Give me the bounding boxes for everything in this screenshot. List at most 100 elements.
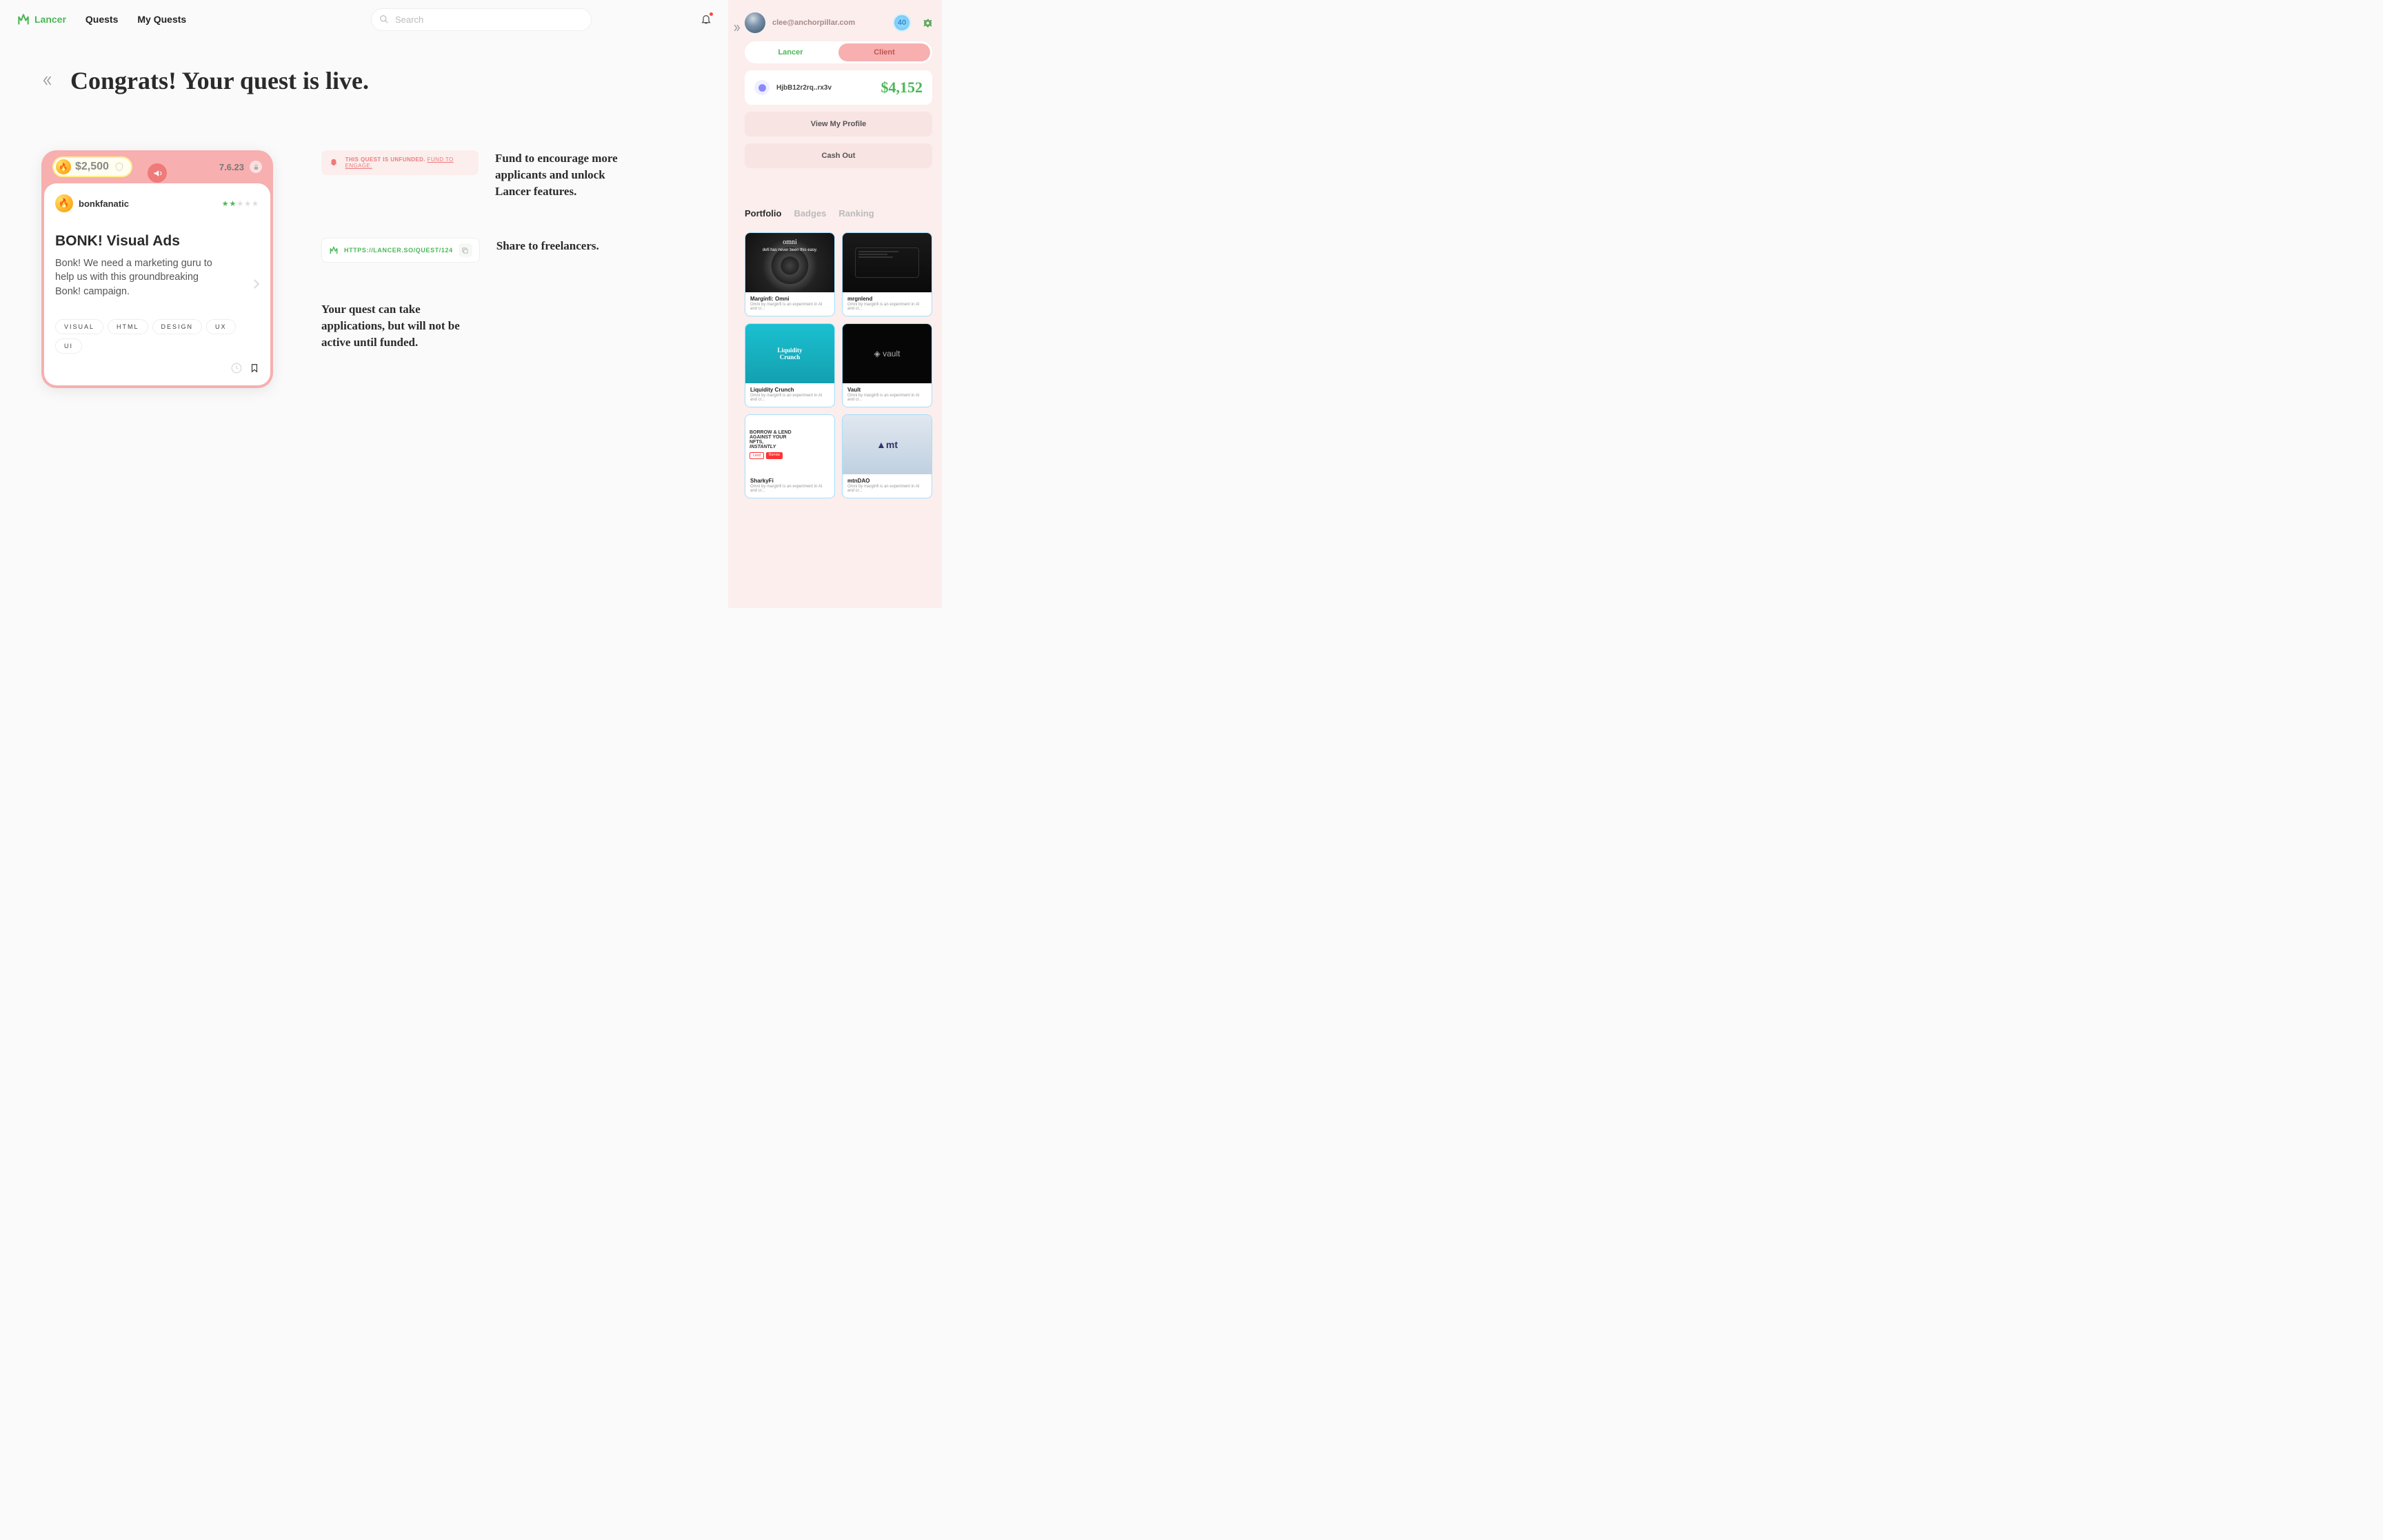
megaphone-icon: [153, 169, 162, 178]
portfolio-title: mrgnlend: [847, 296, 927, 302]
clock-icon: [230, 362, 243, 374]
avatar[interactable]: [745, 12, 765, 33]
tag[interactable]: UX: [206, 319, 236, 334]
nav-quests[interactable]: Quests: [86, 14, 118, 25]
lock-chip: [250, 161, 262, 173]
search-wrap: [371, 8, 592, 31]
wallet-address: HjbB12r2rq..rx3v: [776, 84, 832, 92]
portfolio-item[interactable]: mrgnlend Omni by marginfi is an experime…: [842, 232, 932, 316]
page-title: Congrats! Your quest is live.: [70, 66, 369, 95]
wallet-card: HjbB12r2rq..rx3v $4,152: [745, 70, 932, 105]
portfolio-thumb: ◈ vault: [843, 324, 932, 383]
portfolio-thumb: BORROW & LENDAGAINST YOURNFTS,INSTANTLY …: [745, 415, 834, 474]
portfolio-sub: Omni by marginfi is an experiment in AI …: [750, 303, 829, 311]
copy-icon: [461, 247, 469, 254]
brand-name: Lancer: [34, 14, 66, 25]
tag[interactable]: DESIGN: [152, 319, 203, 334]
level-badge: 40: [893, 14, 911, 32]
portfolio-item[interactable]: ◈ vault Vault Omni by marginfi is an exp…: [842, 323, 932, 407]
back-icon[interactable]: [41, 74, 54, 87]
view-profile-button[interactable]: View My Profile: [745, 112, 932, 136]
portfolio-title: mtnDAO: [847, 478, 927, 484]
inactive-note: Your quest can take applications, but wi…: [321, 301, 466, 350]
bounty-chip: 🔥 $2,500: [52, 156, 132, 177]
tag[interactable]: HTML: [108, 319, 148, 334]
wallet-balance: $4,152: [881, 79, 923, 97]
crown-icon: [17, 12, 30, 26]
user-email: clee@anchorpillar.com: [772, 19, 855, 27]
brand-logo[interactable]: Lancer: [17, 12, 66, 26]
portfolio-meta: mrgnlend Omni by marginfi is an experime…: [843, 292, 932, 316]
settings-button[interactable]: [923, 19, 932, 28]
author-row: 🔥 bonkfanatic ★★★★★: [55, 194, 259, 212]
star-rating: ★★★★★: [222, 199, 259, 208]
sidebar-collapse[interactable]: [728, 0, 745, 608]
bookmark-icon[interactable]: [250, 362, 259, 374]
quest-card[interactable]: 🔥 $2,500 7.6.23 🔥 bonkfanatic: [41, 150, 273, 388]
announce-badge: [145, 161, 170, 185]
tab-portfolio[interactable]: Portfolio: [745, 208, 781, 219]
portfolio-meta: Vault Omni by marginfi is an experiment …: [843, 383, 932, 407]
notifications-button[interactable]: [701, 14, 712, 25]
author-name: bonkfanatic: [79, 199, 129, 209]
portfolio-title: SharkyFi: [750, 478, 829, 484]
lock-icon: [253, 164, 259, 170]
portfolio-item[interactable]: ▲mt mtnDAO Omni by marginfi is an experi…: [842, 414, 932, 498]
nav-my-quests[interactable]: My Quests: [137, 14, 186, 25]
portfolio-title: Marginfi: Omni: [750, 296, 829, 302]
quest-description: Bonk! We need a marketing guru to help u…: [55, 256, 221, 298]
portfolio-sub: Omni by marginfi is an experiment in AI …: [750, 485, 829, 493]
portfolio-title: Liquidity Crunch: [750, 387, 829, 393]
role-toggle: Lancer Client: [745, 41, 932, 63]
content-row: 🔥 $2,500 7.6.23 🔥 bonkfanatic: [41, 150, 687, 388]
crown-icon: [329, 245, 339, 255]
chevron-right-icon[interactable]: [250, 278, 262, 290]
wallet-icon: [754, 80, 770, 95]
quest-body: 🔥 bonkfanatic ★★★★★ BONK! Visual Ads Bon…: [44, 183, 270, 385]
topbar: Lancer Quests My Quests: [0, 0, 728, 39]
notification-dot: [710, 12, 713, 16]
portfolio-sub: Omni by marginfi is an experiment in AI …: [750, 394, 829, 402]
fund-info-text: Fund to encourage more applicants and un…: [495, 150, 639, 199]
portfolio-item[interactable]: BORROW & LENDAGAINST YOURNFTS,INSTANTLY …: [745, 414, 835, 498]
role-client[interactable]: Client: [838, 43, 930, 61]
portfolio-item[interactable]: Marginfi: Omni Omni by marginfi is an ex…: [745, 232, 835, 316]
unfunded-alert: THIS QUEST IS UNFUNDED. FUND TO ENGAGE.: [321, 150, 479, 175]
bounty-amount: $2,500: [75, 161, 109, 173]
copy-link-button[interactable]: [459, 243, 472, 257]
tab-badges[interactable]: Badges: [794, 208, 826, 219]
alert-icon: [328, 156, 340, 169]
cash-out-button[interactable]: Cash Out: [745, 143, 932, 168]
profile-row: clee@anchorpillar.com 40: [745, 12, 932, 33]
search-icon: [379, 14, 389, 24]
shield-icon: [114, 162, 124, 172]
portfolio-meta: Marginfi: Omni Omni by marginfi is an ex…: [745, 292, 834, 316]
tag[interactable]: UI: [55, 338, 82, 354]
info-column: THIS QUEST IS UNFUNDED. FUND TO ENGAGE. …: [321, 150, 639, 351]
alert-text: THIS QUEST IS UNFUNDED. FUND TO ENGAGE.: [345, 156, 472, 169]
bonk-coin-icon: 🔥: [56, 159, 71, 174]
portfolio-grid: Marginfi: Omni Omni by marginfi is an ex…: [745, 232, 932, 498]
gear-icon: [923, 19, 932, 28]
role-lancer[interactable]: Lancer: [745, 41, 836, 63]
sidebar-tabs: Portfolio Badges Ranking: [745, 208, 932, 219]
portfolio-meta: SharkyFi Omni by marginfi is an experime…: [745, 474, 834, 498]
share-block: HTTPS://LANCER.SO/QUEST/124 Share to fre…: [321, 238, 639, 263]
portfolio-meta: Liquidity Crunch Omni by marginfi is an …: [745, 383, 834, 407]
portfolio-thumb: ▲mt: [843, 415, 932, 474]
portfolio-item[interactable]: LiquidityCrunch Liquidity Crunch Omni by…: [745, 323, 835, 407]
tag[interactable]: VISUAL: [55, 319, 103, 334]
portfolio-thumb: LiquidityCrunch: [745, 324, 834, 383]
portfolio-sub: Omni by marginfi is an experiment in AI …: [847, 303, 927, 311]
quest-header: 🔥 $2,500 7.6.23: [41, 150, 273, 183]
share-link-pill: HTTPS://LANCER.SO/QUEST/124: [321, 238, 480, 263]
fund-block: THIS QUEST IS UNFUNDED. FUND TO ENGAGE. …: [321, 150, 639, 199]
card-footer: [55, 362, 259, 374]
title-row: Congrats! Your quest is live.: [41, 66, 687, 95]
share-info-text: Share to freelancers.: [496, 238, 599, 254]
chevron-right-double-icon: [732, 23, 741, 32]
tab-ranking[interactable]: Ranking: [838, 208, 874, 219]
author-avatar: 🔥: [55, 194, 73, 212]
search-input[interactable]: [371, 8, 592, 31]
portfolio-thumb: [843, 233, 932, 292]
